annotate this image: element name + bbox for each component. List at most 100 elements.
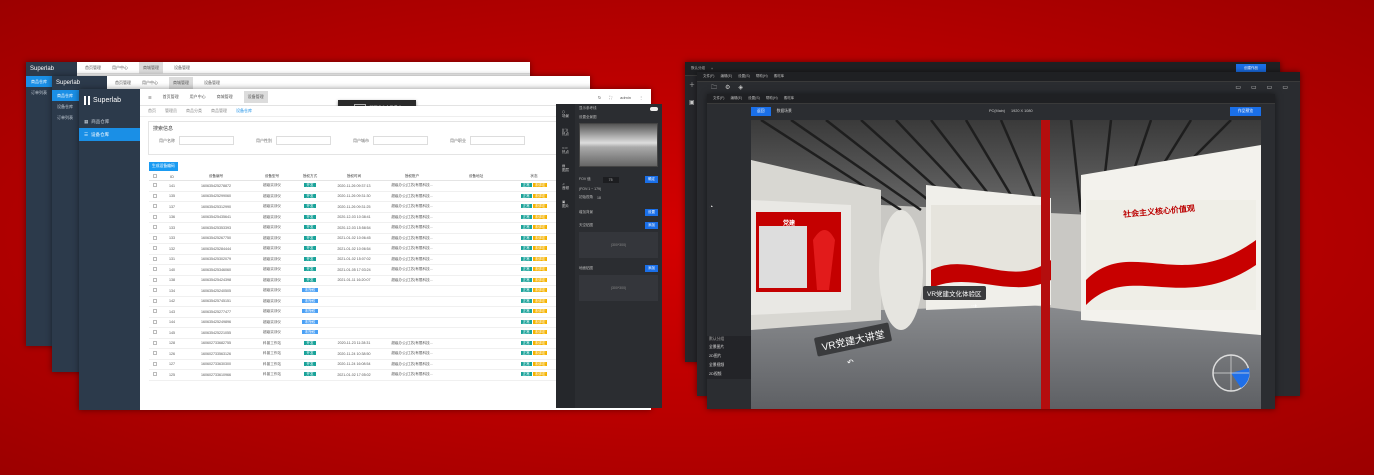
sidebar-item-product[interactable]: ▦ 商品仓库: [79, 115, 140, 128]
menu-settings[interactable]: 设置(S): [748, 96, 760, 101]
scene-type-2dvideo[interactable]: 2D视频: [707, 370, 751, 379]
more-icon[interactable]: ⋮: [639, 95, 643, 100]
add-tab-icon[interactable]: +: [711, 67, 713, 71]
row-checkbox[interactable]: [153, 183, 157, 188]
scene-type-pano[interactable]: 全景图片: [707, 343, 751, 352]
menu-edit[interactable]: 编辑(E): [730, 96, 742, 101]
sidebar-item-device[interactable]: ☰ 设备仓库: [79, 128, 140, 141]
scene-type-2d[interactable]: 2D图片: [707, 352, 751, 361]
menu-settings[interactable]: 设置(S): [738, 74, 750, 79]
row-checkbox[interactable]: [153, 361, 157, 366]
top-nav-mall[interactable]: 商城管理: [169, 76, 193, 89]
tool-audio[interactable]: ♫ 音频: [562, 182, 569, 191]
icon-a[interactable]: ▭: [1235, 84, 1241, 91]
generate-code-button[interactable]: 生成设备编码: [149, 162, 178, 171]
image-icon[interactable]: ▣: [689, 99, 695, 106]
top-nav-device[interactable]: 设备管理: [204, 80, 220, 86]
row-checkbox[interactable]: [153, 351, 157, 356]
row-checkbox[interactable]: [153, 235, 157, 240]
row-checkbox[interactable]: [153, 319, 157, 324]
preview-button[interactable]: 作品预览: [1229, 106, 1261, 116]
fullscreen-icon[interactable]: ⛶: [609, 95, 612, 100]
hotspot-culture-area[interactable]: VR党建文化体验区: [923, 286, 986, 300]
row-checkbox[interactable]: [153, 277, 157, 282]
top-nav-home[interactable]: 首页管理: [163, 94, 179, 100]
row-checkbox[interactable]: [153, 298, 157, 303]
row-checkbox[interactable]: [153, 256, 157, 261]
menu-help[interactable]: 帮助(H): [756, 74, 768, 79]
tab-device-warehouse[interactable]: 设备仓库: [236, 108, 252, 114]
hotspot-arrow-icon[interactable]: ⇢: [971, 302, 977, 310]
opt-guides[interactable]: 显示参考线: [575, 104, 662, 113]
tab-products[interactable]: 商品管理: [211, 108, 227, 114]
project-tab[interactable]: 默认分组: [691, 66, 705, 71]
row-checkbox[interactable]: [153, 288, 157, 293]
top-nav-user[interactable]: 用户中心: [112, 65, 128, 71]
top-nav-home[interactable]: 首页管理: [115, 80, 131, 86]
refresh-icon[interactable]: ↻: [598, 95, 601, 100]
tool-layer[interactable]: ▤ 图层: [562, 164, 569, 173]
row-checkbox[interactable]: [153, 214, 157, 219]
panorama-thumbnail[interactable]: [579, 123, 658, 167]
scene-type-video[interactable]: 全景视频: [707, 361, 751, 370]
tab-category[interactable]: 商品分类: [186, 108, 202, 114]
tab-home[interactable]: 首页: [148, 108, 156, 114]
sound-icon[interactable]: ◔: [709, 204, 713, 211]
hotspot-arrow-icon[interactable]: ↶: [847, 358, 854, 367]
icon-c[interactable]: ▭: [1267, 84, 1273, 91]
ground-add-button[interactable]: 添加: [645, 265, 658, 272]
row-checkbox[interactable]: [153, 204, 157, 209]
icon-b[interactable]: ▭: [1251, 84, 1257, 91]
top-nav-mall[interactable]: 商城管理: [217, 94, 233, 100]
back-button[interactable]: 返回: [751, 106, 771, 116]
sky-add-button[interactable]: 添加: [645, 222, 658, 229]
fov-input[interactable]: 75: [602, 176, 619, 183]
city-input[interactable]: [373, 136, 428, 145]
background-set-button[interactable]: 设置: [645, 209, 658, 216]
resolution-mode[interactable]: PC(Main): [989, 109, 1005, 113]
row-checkbox[interactable]: [153, 340, 157, 345]
name-input[interactable]: [179, 136, 234, 145]
ground-placeholder[interactable]: (300*300): [579, 275, 658, 301]
top-nav-user[interactable]: 用户中心: [190, 94, 206, 100]
sky-placeholder[interactable]: (300*300): [579, 232, 658, 258]
row-checkbox[interactable]: [153, 193, 157, 198]
row-checkbox[interactable]: [153, 225, 157, 230]
job-input[interactable]: [470, 136, 525, 145]
row-checkbox[interactable]: [153, 267, 157, 272]
top-nav-user[interactable]: 用户中心: [142, 80, 158, 86]
gear-icon[interactable]: ⚙: [725, 84, 730, 91]
folder-icon[interactable]: 🗀: [711, 83, 717, 93]
plus-icon[interactable]: ＋: [689, 80, 695, 89]
menu-edit[interactable]: 编辑(E): [720, 74, 732, 79]
layers-icon[interactable]: ◈: [738, 84, 743, 91]
select-all-checkbox[interactable]: [153, 174, 157, 178]
menu-assets[interactable]: 素材库: [774, 74, 785, 79]
menu-help[interactable]: 帮助(H): [766, 96, 778, 101]
menu-assets[interactable]: 素材库: [784, 96, 795, 101]
tool-image[interactable]: ▣ 图片: [562, 200, 569, 209]
tab-admin[interactable]: 管理员: [165, 108, 177, 114]
tool-hotspot-2[interactable]: ⊂⊃ 热点: [562, 146, 569, 155]
tool-scene[interactable]: ⬡ 场景: [562, 110, 569, 119]
row-checkbox[interactable]: [153, 330, 157, 335]
panorama-viewport[interactable]: VR党建文化体验区 ⇢ VR党建大讲堂 ↶ 社会主义核心价值观 党建: [751, 120, 1261, 409]
menu-toggle-icon[interactable]: ☰: [148, 95, 152, 100]
top-nav-device[interactable]: 设备管理: [243, 91, 268, 103]
opt-panorama[interactable]: 设置全景图: [575, 113, 662, 122]
icon-d[interactable]: ▭: [1282, 84, 1288, 91]
gender-input[interactable]: [276, 136, 331, 145]
user-menu[interactable]: admin: [620, 95, 631, 100]
top-nav-mall[interactable]: 商城管理: [139, 62, 163, 74]
guides-toggle[interactable]: [650, 106, 658, 111]
menu-file[interactable]: 文件(F): [703, 74, 714, 79]
row-checkbox[interactable]: [153, 372, 157, 377]
top-nav-home[interactable]: 首页管理: [85, 65, 101, 71]
radar-compass[interactable]: [1211, 353, 1251, 393]
menu-file[interactable]: 文件(F): [713, 96, 724, 101]
fov-confirm-button[interactable]: 确定: [645, 176, 658, 183]
top-nav-device[interactable]: 设备管理: [174, 65, 190, 71]
row-checkbox[interactable]: [153, 309, 157, 314]
row-checkbox[interactable]: [153, 246, 157, 251]
tool-hotspot[interactable]: ((·)) 热点: [562, 128, 569, 137]
